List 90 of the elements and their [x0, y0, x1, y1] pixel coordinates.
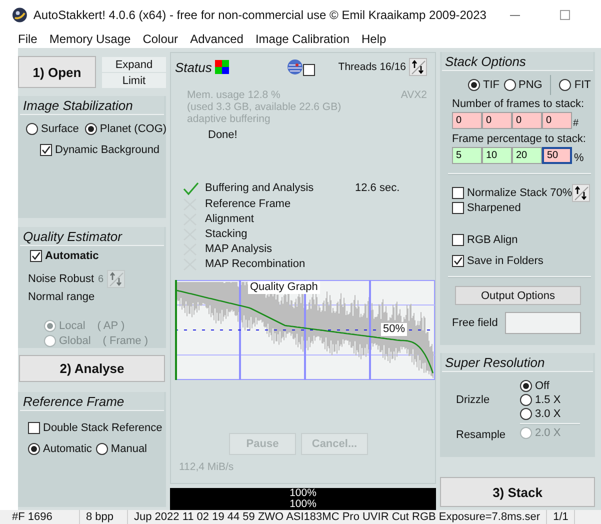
percentage-field[interactable]: 20 [512, 147, 542, 164]
checkmark-icon [31, 251, 41, 261]
free-field[interactable] [504, 312, 581, 334]
menu-item[interactable]: Advanced [184, 32, 250, 46]
limit-button[interactable]: Limit [102, 73, 166, 88]
automatic-checkbox[interactable]: Automatic [30, 250, 99, 262]
transfer-speed: 112,4 MiB/s [179, 461, 235, 473]
percentage-label: Frame percentage to stack: [452, 133, 587, 145]
memory-info: adaptive buffering [187, 113, 272, 125]
stabilization-radio[interactable]: Planet (COG) [84, 123, 167, 135]
status-bar-text: 8 bpp [86, 510, 128, 524]
progress-label: 100% [288, 488, 318, 499]
frames-unit: # [573, 118, 579, 129]
frames-field[interactable]: 0 [542, 112, 572, 129]
percentage-field[interactable]: 10 [482, 147, 512, 164]
noise-robust-value: 6 [98, 274, 104, 284]
menu-item[interactable]: Colour [136, 32, 184, 46]
menu-item[interactable]: Image Calibration [249, 32, 356, 46]
stack-button[interactable]: 3) Stack [440, 477, 595, 507]
scope-detail: ( Frame ) [102, 335, 148, 347]
checkmark-icon [41, 145, 51, 155]
drizzle-radio[interactable]: Off [520, 380, 595, 392]
panel-title: Quality Estimator [20, 227, 164, 246]
step-label: Alignment [205, 213, 255, 226]
resample-label: Resample [456, 428, 507, 440]
scope-detail: ( AP ) [97, 320, 125, 332]
step-label: MAP Recombination [205, 258, 306, 271]
graph-title: Quality Graph [248, 281, 320, 294]
status-title: Status [175, 60, 212, 74]
cpu-label: AVX2 [400, 89, 427, 101]
dynamic-background-checkbox[interactable]: Dynamic Background [40, 144, 160, 156]
open-button[interactable]: 1) Open [18, 56, 96, 88]
window-title: AutoStakkert! 4.0.6 (x64) - free for non-commercial use © Emil Kraaikamp 2009-2023 [33, 8, 486, 22]
sort-order-button[interactable] [409, 58, 427, 76]
globe-icon [286, 59, 303, 75]
frames-field[interactable]: 0 [452, 112, 482, 129]
drizzle-radio[interactable]: 3.0 X [520, 408, 595, 420]
step-label: Stacking [205, 228, 248, 241]
step-label: Buffering and Analysis [205, 182, 315, 196]
drizzle-radio[interactable]: 1.5 X [520, 394, 595, 406]
status-bar-text: #F 1696 [12, 510, 80, 524]
network-checkbox[interactable] [302, 64, 315, 76]
panel-title: Super Resolution [442, 353, 593, 372]
free-field-label: Free field [452, 317, 498, 329]
double-stack-checkbox[interactable]: Double Stack Reference [28, 422, 166, 434]
maximize-icon[interactable] [560, 10, 570, 20]
panel-title: Stack Options [442, 52, 593, 71]
panel-title: Reference Frame [20, 392, 164, 411]
rgb-align-checkbox[interactable]: RGB Align [452, 234, 518, 246]
format-radio[interactable]: FIT [559, 79, 591, 91]
status-message: Done! [208, 129, 238, 141]
graph-marker-label: 50% [380, 323, 407, 336]
minimize-icon[interactable] [510, 14, 520, 16]
memory-info: Mem. usage 12.8 % [187, 89, 282, 101]
noise-robust-label: Noise Robust [28, 273, 94, 285]
sort-order-button[interactable] [572, 184, 590, 202]
range-label: Normal range [28, 291, 96, 303]
analyse-button[interactable]: 2) Analyse [19, 355, 165, 382]
status-bar-text: 1/1 [553, 510, 576, 524]
format-radio[interactable]: PNG [504, 79, 542, 91]
color-grid-icon [214, 60, 229, 74]
app-logo-icon [12, 7, 28, 23]
expand-button[interactable]: Expand [102, 57, 166, 72]
memory-info: (used 3.3 GB, available 22.6 GB) [187, 101, 342, 113]
percentage-field[interactable]: 5 [452, 147, 482, 164]
progress-label: 100% [288, 499, 318, 510]
frames-field[interactable]: 0 [512, 112, 542, 129]
sharpened-checkbox[interactable]: Sharpened [452, 202, 521, 214]
stabilization-radio[interactable]: Surface [26, 123, 79, 135]
percentage-field[interactable]: 50 [542, 147, 572, 164]
panel-title: Image Stabilization [20, 96, 164, 115]
reference-mode-radio[interactable]: Automatic [28, 443, 92, 455]
percentage-unit: % [574, 152, 584, 164]
reference-mode-radio[interactable]: Manual [96, 443, 147, 455]
format-radio[interactable]: TIF [468, 79, 500, 91]
frames-field[interactable]: 0 [482, 112, 512, 129]
step-label: Reference Frame [205, 198, 292, 211]
step-time: 12.6 sec. [355, 182, 400, 194]
threads-label: Threads 16/16 [338, 61, 406, 73]
step-label: MAP Analysis [205, 243, 274, 256]
frames-label: Number of frames to stack: [452, 98, 586, 110]
checkmark-icon [453, 256, 463, 266]
menu-item[interactable]: File [12, 32, 44, 46]
menu-item[interactable]: Help [356, 32, 392, 46]
save-in-folders-checkbox[interactable]: Save in Folders [452, 255, 544, 267]
status-bar-text: Jup 2022 11 02 19 44 59 ZWO ASI183MC Pro UVIR Cut RGB Exposure=7.8ms.ser [134, 510, 548, 524]
menu-item[interactable]: Memory Usage [43, 32, 137, 46]
drizzle-label: Drizzle [456, 394, 491, 406]
output-options-button[interactable]: Output Options [455, 286, 581, 305]
normalize-checkbox[interactable]: Normalize Stack 70% [452, 187, 572, 199]
